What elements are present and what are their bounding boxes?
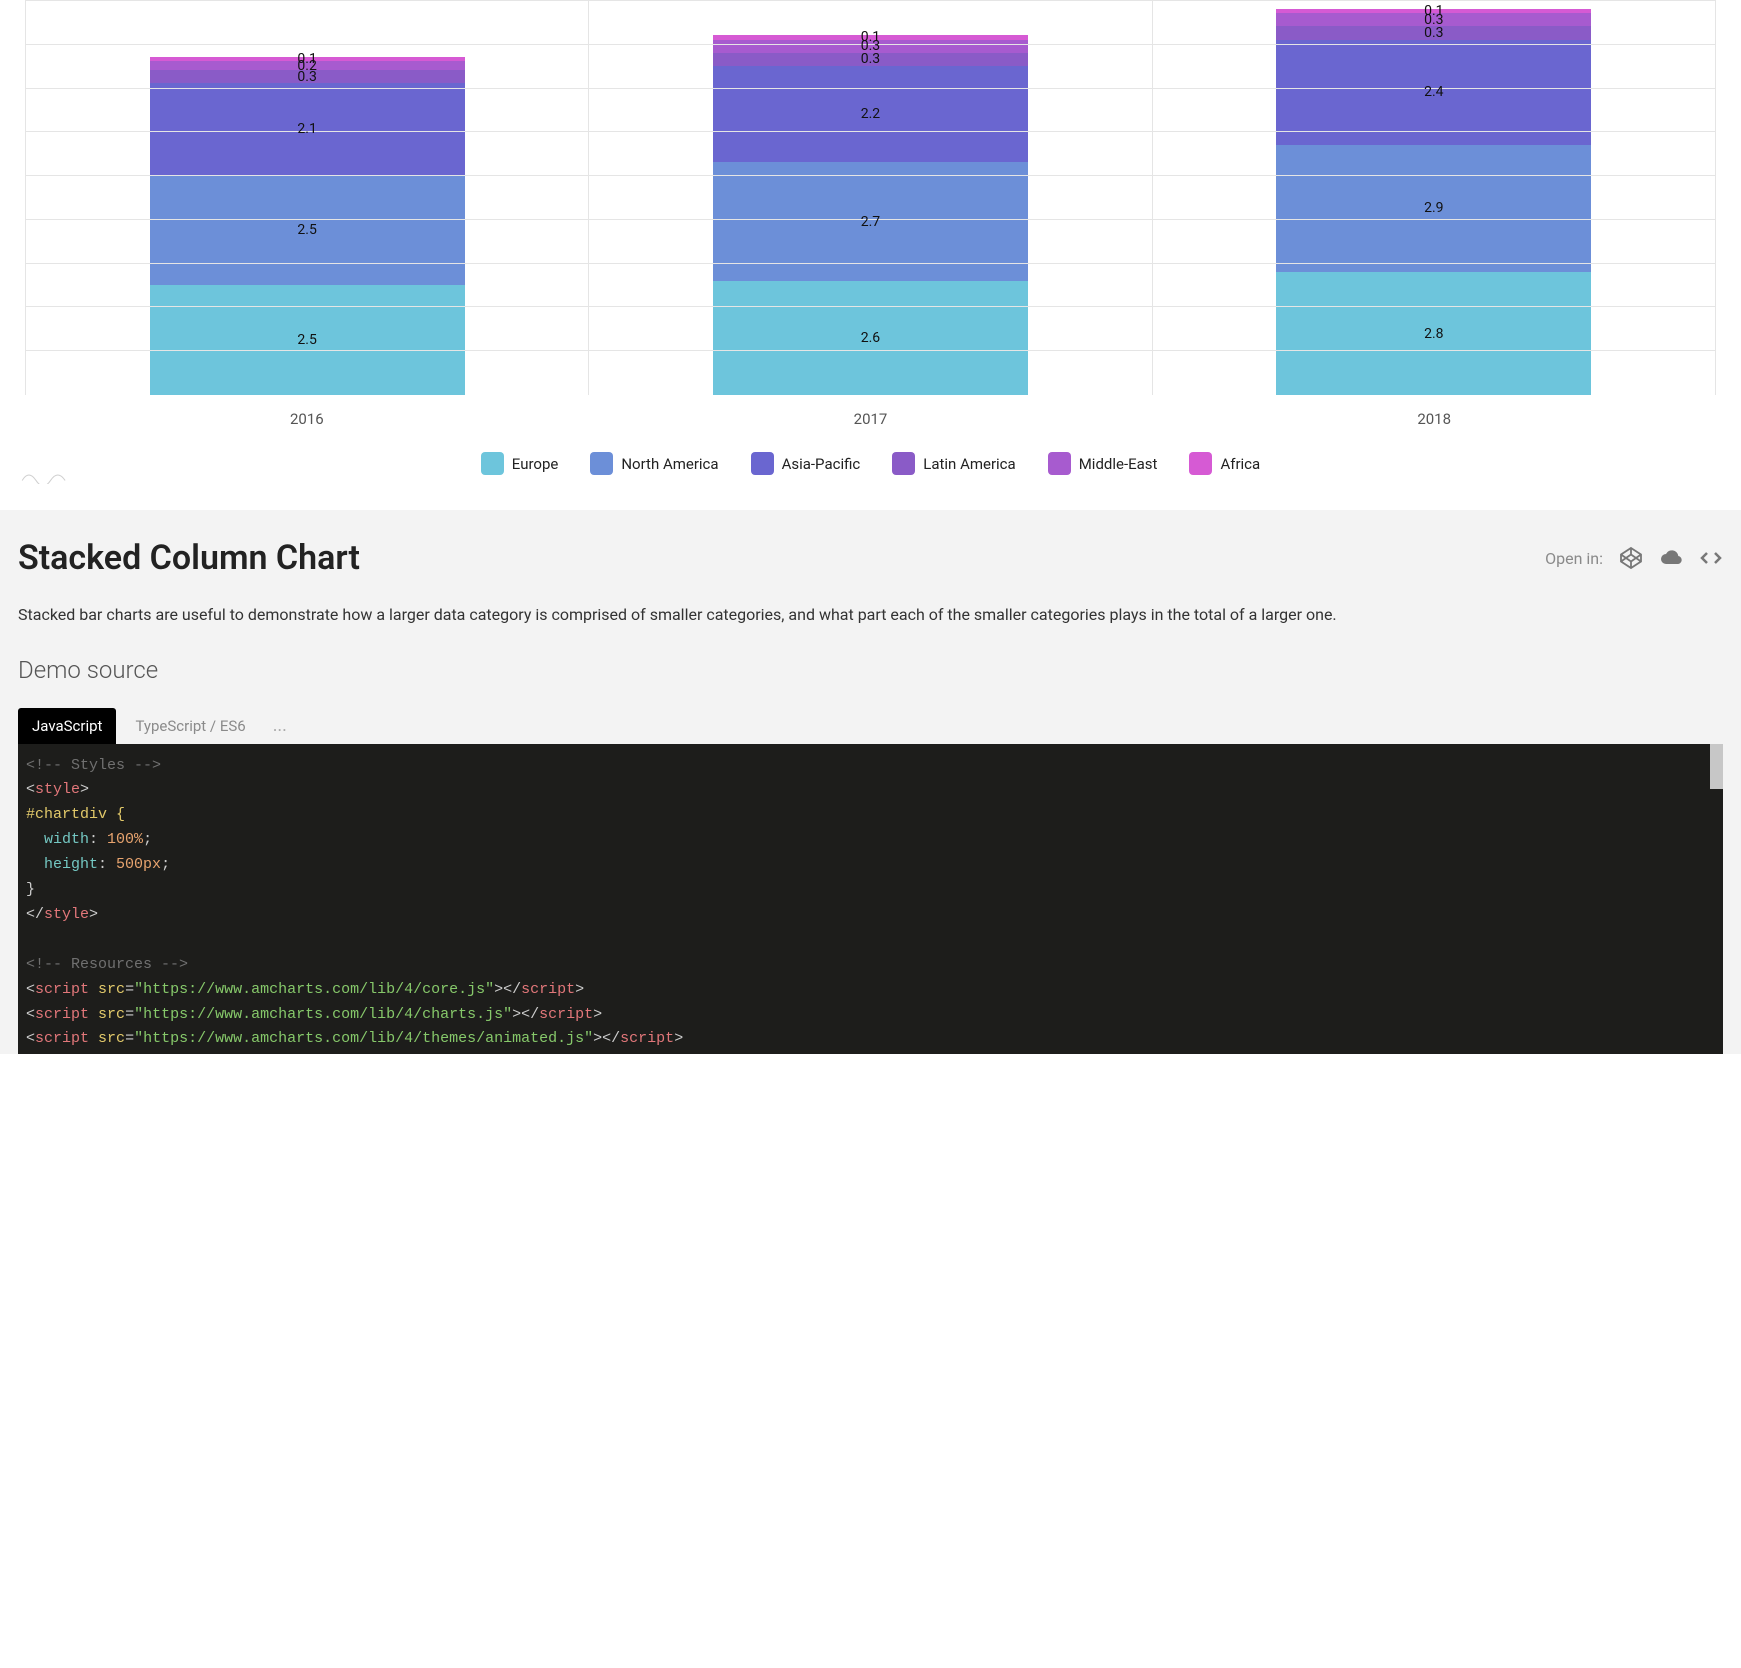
stacked-bar[interactable]: 2.82.92.40.30.30.1 — [1276, 9, 1591, 395]
bar-segment[interactable]: 0.3 — [713, 53, 1028, 66]
segment-value: 0.1 — [861, 30, 880, 44]
chart-container: 2.52.52.10.30.20.12.62.72.20.30.30.12.82… — [0, 0, 1741, 490]
page-title: Stacked Column Chart — [18, 538, 360, 578]
segment-value: 0.1 — [297, 52, 316, 66]
grid-line — [26, 131, 1715, 132]
bar-segment[interactable]: 0.3 — [1276, 26, 1591, 39]
bar-segment[interactable]: 2.9 — [1276, 145, 1591, 272]
tab-typescript[interactable]: TypeScript / ES6 — [121, 708, 259, 744]
tab-javascript[interactable]: JavaScript — [18, 708, 116, 744]
legend-swatch — [481, 452, 504, 475]
open-in-bar: Open in: — [1545, 546, 1723, 570]
legend-label: Africa — [1220, 455, 1260, 473]
legend-swatch — [590, 452, 613, 475]
bar-area: 2.52.52.10.30.20.12.62.72.20.30.30.12.82… — [26, 1, 1715, 395]
bar-segment[interactable]: 2.5 — [150, 285, 465, 395]
description-text: Stacked bar charts are useful to demonst… — [18, 602, 1723, 628]
bar-segment[interactable]: 0.1 — [1276, 9, 1591, 13]
stacked-bar[interactable]: 2.62.72.20.30.30.1 — [713, 35, 1028, 395]
x-axis-label: 2016 — [25, 395, 589, 428]
legend-label: North America — [621, 455, 718, 473]
legend-label: Asia-Pacific — [782, 455, 861, 473]
bar-segment[interactable]: 0.1 — [150, 57, 465, 61]
segment-value: 2.7 — [861, 215, 880, 229]
tab-more[interactable]: ... — [265, 711, 295, 744]
legend-item[interactable]: Latin America — [892, 452, 1015, 475]
segment-value: 2.6 — [861, 331, 880, 345]
segment-value: 2.1 — [297, 122, 316, 136]
bar-segment[interactable]: 2.4 — [1276, 40, 1591, 145]
x-axis-label: 2018 — [1152, 395, 1716, 428]
x-axis-label: 2017 — [589, 395, 1153, 428]
bar-segment[interactable]: 2.8 — [1276, 272, 1591, 395]
codepen-icon[interactable] — [1619, 546, 1643, 570]
demo-source-heading: Demo source — [18, 656, 1723, 684]
source-tabs: JavaScript TypeScript / ES6 ... — [18, 708, 1723, 744]
segment-value: 0.3 — [861, 52, 880, 66]
segment-value: 2.2 — [861, 107, 880, 121]
stacked-bar[interactable]: 2.52.52.10.30.20.1 — [150, 57, 465, 395]
code-block[interactable]: <!-- Styles --> <style> #chartdiv { widt… — [18, 744, 1723, 1054]
segment-value: 2.5 — [297, 223, 316, 237]
legend-swatch — [751, 452, 774, 475]
open-in-label: Open in: — [1545, 549, 1603, 568]
bar-segment[interactable]: 2.2 — [713, 66, 1028, 163]
description-section: Stacked Column Chart Open in: Stacked ba… — [0, 510, 1741, 1054]
bar-slot: 2.62.72.20.30.30.1 — [589, 1, 1152, 395]
segment-value: 2.9 — [1424, 201, 1443, 215]
bar-slot: 2.82.92.40.30.30.1 — [1153, 1, 1715, 395]
legend-item[interactable]: Middle-East — [1048, 452, 1158, 475]
legend-label: Europe — [512, 455, 559, 473]
bar-slot: 2.52.52.10.30.20.1 — [26, 1, 589, 395]
legend-item[interactable]: Asia-Pacific — [751, 452, 861, 475]
grid-line — [26, 306, 1715, 307]
x-axis: 201620172018 — [25, 395, 1716, 428]
grid-line — [26, 175, 1715, 176]
legend-item[interactable]: North America — [590, 452, 718, 475]
legend-label: Middle-East — [1079, 455, 1158, 473]
segment-value: 2.8 — [1424, 327, 1443, 341]
grid-line — [26, 350, 1715, 351]
legend-swatch — [1048, 452, 1071, 475]
jsfiddle-icon[interactable] — [1659, 546, 1683, 570]
segment-value: 2.4 — [1424, 85, 1443, 99]
bar-segment[interactable]: 2.1 — [150, 83, 465, 175]
chart-legend: Europe North America Asia-Pacific Latin Ame… — [25, 452, 1716, 475]
grid-line — [26, 263, 1715, 264]
legend-item[interactable]: Europe — [481, 452, 559, 475]
legend-swatch — [1189, 452, 1212, 475]
segment-value: 2.5 — [297, 333, 316, 347]
bar-segment[interactable]: 0.1 — [713, 35, 1028, 39]
bar-segment[interactable]: 2.5 — [150, 176, 465, 286]
amcharts-logo-icon[interactable] — [20, 466, 68, 488]
legend-swatch — [892, 452, 915, 475]
bar-segment[interactable]: 2.6 — [713, 281, 1028, 395]
segment-value: 0.1 — [1424, 4, 1443, 18]
segment-value: 0.3 — [1424, 26, 1443, 40]
chart-plot[interactable]: 2.52.52.10.30.20.12.62.72.20.30.30.12.82… — [25, 0, 1716, 395]
scrollbar-thumb[interactable] — [1710, 744, 1723, 789]
legend-item[interactable]: Africa — [1189, 452, 1260, 475]
code-icon[interactable] — [1699, 546, 1723, 570]
grid-line — [26, 88, 1715, 89]
legend-label: Latin America — [923, 455, 1015, 473]
